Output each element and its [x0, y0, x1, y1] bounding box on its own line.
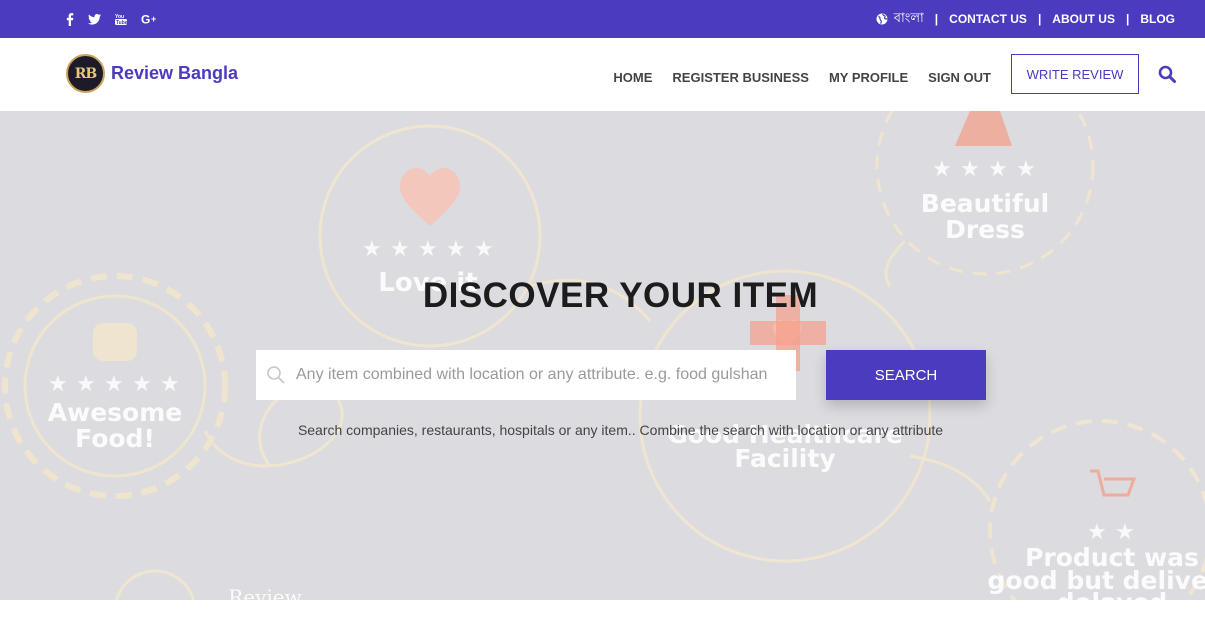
svg-text:G: G — [141, 13, 150, 25]
globe-icon — [876, 13, 888, 25]
heart-icon — [400, 168, 460, 226]
svg-text:★: ★ — [418, 237, 438, 262]
blog-link[interactable]: BLOG — [1140, 12, 1175, 26]
svg-text:★: ★ — [104, 372, 124, 397]
svg-text:★: ★ — [446, 237, 466, 262]
nav-sign-out[interactable]: SIGN OUT — [928, 70, 991, 85]
svg-text:★: ★ — [1087, 520, 1107, 545]
site-header: RB Review Bangla HOME REGISTER BUSINESS … — [0, 38, 1205, 111]
svg-text:★: ★ — [48, 372, 68, 397]
nav-my-profile[interactable]: MY PROFILE — [829, 70, 908, 85]
logo-mark: RB — [66, 54, 105, 93]
google-plus-icon[interactable]: G + — [141, 11, 158, 27]
about-us-link[interactable]: ABOUT US — [1052, 12, 1115, 26]
search-icon[interactable] — [1158, 65, 1176, 83]
svg-text:★: ★ — [932, 157, 952, 182]
nav-register-business[interactable]: REGISTER BUSINESS — [672, 70, 809, 85]
svg-text:★: ★ — [390, 237, 410, 262]
svg-text:Tube: Tube — [116, 20, 127, 25]
search-helper-text: Search companies, restaurants, hospitals… — [297, 422, 944, 438]
facebook-icon[interactable] — [66, 11, 74, 27]
main-nav: HOME REGISTER BUSINESS MY PROFILE SIGN O… — [613, 70, 991, 85]
hero-banner: ★ ★ ★ ★ ★ ★ ★ ★ ★ ★ ★ ★ ★ ★ ★ ★ Love it Beautiful Dr… — [0, 111, 1205, 600]
twitter-icon[interactable] — [88, 11, 101, 27]
search-icon — [267, 366, 285, 384]
svg-text:+: + — [151, 14, 156, 24]
youtube-icon[interactable]: You Tube — [115, 11, 127, 27]
divider: | — [1037, 12, 1042, 26]
site-logo[interactable]: RB Review Bangla — [66, 54, 238, 93]
svg-text:★: ★ — [474, 237, 494, 262]
svg-text:★: ★ — [76, 372, 96, 397]
language-label: বাংলা — [893, 9, 924, 25]
svg-text:Beautiful: Beautiful — [921, 189, 1049, 218]
svg-text:★: ★ — [1016, 157, 1036, 182]
cart-icon — [1090, 469, 1137, 497]
dress-icon — [955, 111, 1012, 146]
svg-text:★: ★ — [960, 157, 980, 182]
social-links: You Tube G + — [66, 0, 158, 38]
svg-text:Review: Review — [228, 585, 302, 600]
svg-text:Dress: Dress — [945, 215, 1025, 244]
search-field[interactable] — [256, 350, 796, 400]
svg-text:★: ★ — [132, 372, 152, 397]
divider: | — [934, 12, 939, 26]
nav-home[interactable]: HOME — [613, 70, 652, 85]
svg-text:★: ★ — [988, 157, 1008, 182]
svg-text:★: ★ — [160, 372, 180, 397]
logo-text: Review Bangla — [111, 63, 239, 83]
svg-text:★: ★ — [1115, 520, 1135, 545]
divider: | — [1125, 12, 1130, 26]
contact-us-link[interactable]: CONTACT US — [949, 12, 1027, 26]
svg-text:★: ★ — [362, 237, 382, 262]
top-links: বাংলা | CONTACT US | ABOUT US | BLOG — [876, 0, 1175, 38]
burger-icon — [93, 323, 137, 361]
top-bar: You Tube G + বাংলা | CONTACT US | ABOUT US… — [0, 0, 1205, 38]
svg-text:delayed: delayed — [1057, 588, 1168, 600]
search-button[interactable]: SEARCH — [826, 350, 986, 400]
write-review-button[interactable]: WRITE REVIEW — [1011, 54, 1139, 94]
hero-title: DISCOVER YOUR ITEM — [422, 276, 819, 315]
search-input[interactable] — [296, 350, 796, 400]
language-switch[interactable]: বাংলা — [876, 9, 924, 30]
svg-text:Facility: Facility — [734, 444, 835, 473]
